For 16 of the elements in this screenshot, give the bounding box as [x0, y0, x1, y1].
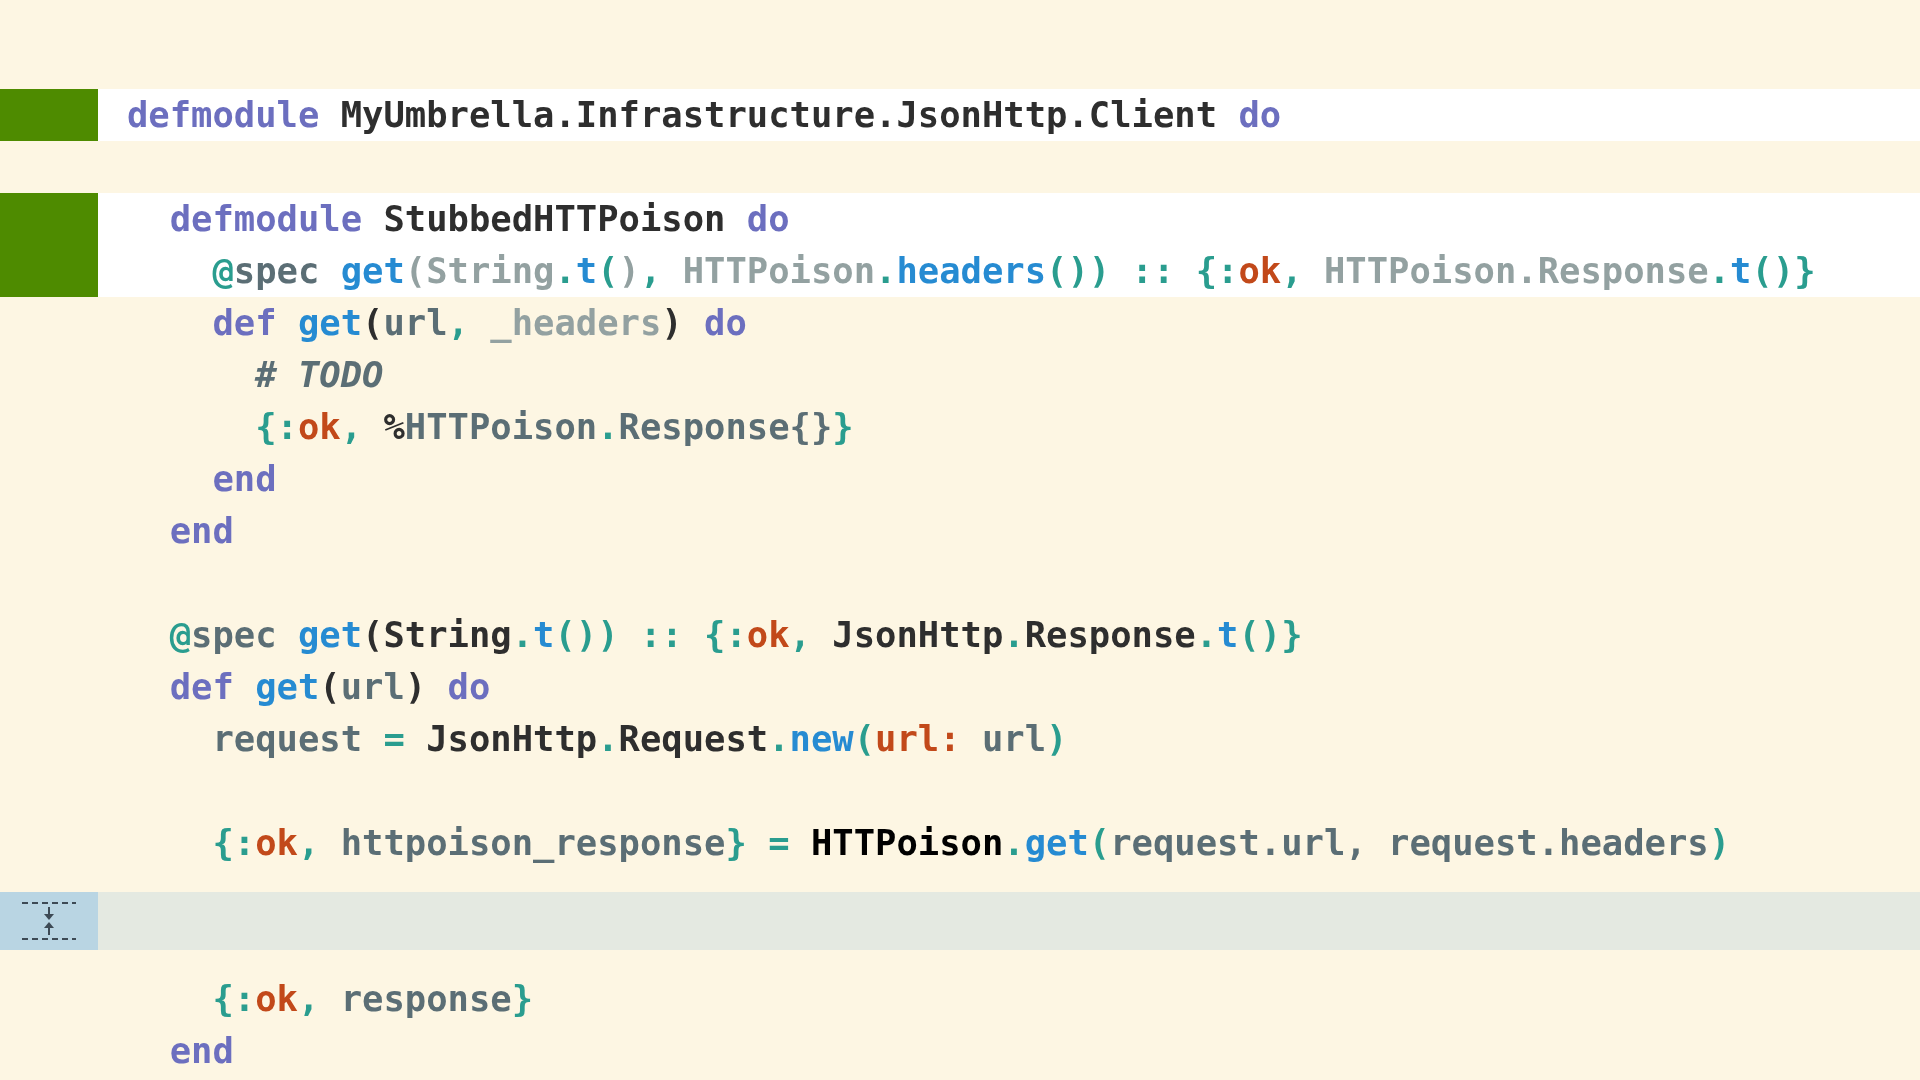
code-line: request = JsonHttp.Request.new(url: url) [212, 717, 1068, 762]
code-line: end [169, 509, 234, 554]
expand-icon [20, 899, 78, 943]
code-line: end [212, 457, 277, 502]
expand-button[interactable] [0, 892, 98, 950]
code-line: def get(url) do [169, 665, 491, 710]
code-line: {:ok, httpoison_response} = HTTPoison.get(request.url, request.headers) [212, 821, 1730, 866]
code-line: {:ok, response} [212, 977, 534, 1022]
code-line: defmodule StubbedHTTPoison do [169, 197, 790, 242]
code-line: @spec get(String.t(), HTTPoison.headers()) :: {:ok, HTTPoison.Response.t()} [212, 249, 1816, 294]
code-line: {:ok, %HTTPoison.Response{}} [255, 405, 854, 450]
code-line: # TODO [255, 353, 384, 398]
code-line: def get(url, _headers) do [212, 301, 747, 346]
code-line: @spec get(String.t()) :: {:ok, JsonHttp.Response.t()} [169, 613, 1303, 658]
code-line: defmodule MyUmbrella.Infrastructure.JsonHttp.Client do [127, 93, 1282, 138]
code-line: end [169, 1029, 234, 1074]
